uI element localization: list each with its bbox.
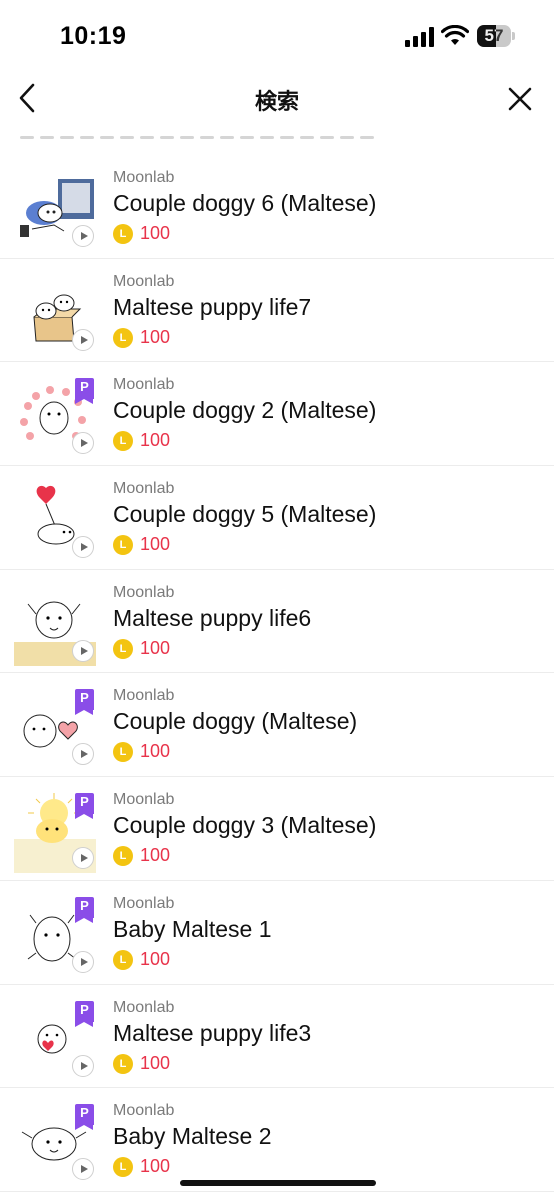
sticker-author: Moonlab	[113, 583, 175, 601]
play-preview-icon[interactable]	[72, 328, 94, 351]
sticker-price: 100	[140, 1052, 171, 1073]
coin-icon: L	[113, 742, 133, 763]
coin-icon: L	[113, 535, 133, 556]
sticker-list-item[interactable]: P Moonlab Baby Maltese 2 L 100	[0, 1088, 554, 1192]
sticker-author: Moonlab	[113, 687, 175, 705]
sticker-author: Moonlab	[113, 480, 175, 498]
sticker-price: 100	[140, 741, 171, 762]
coin-icon: L	[113, 327, 133, 348]
battery-icon: 57	[477, 25, 515, 47]
sticker-author: Moonlab	[113, 998, 175, 1016]
sticker-list-item[interactable]: Moonlab Maltese puppy life6 L 100	[0, 570, 554, 674]
sticker-list-item[interactable]: P Moonlab Couple doggy (Maltese) L 100	[0, 673, 554, 778]
sticker-author: Moonlab	[113, 894, 175, 912]
sticker-name: Couple doggy 5 (Maltese)	[113, 501, 377, 528]
sticker-list-item[interactable]: P Moonlab Couple doggy 3 (Maltese) L 100	[0, 777, 554, 881]
sticker-price: 100	[140, 1156, 171, 1177]
coin-icon: L	[113, 224, 133, 244]
sticker-author: Moonlab	[113, 791, 175, 809]
premium-badge: P	[75, 1104, 94, 1131]
sticker-author: Moonlab	[113, 272, 175, 290]
sticker-list-item[interactable]: P Moonlab Baby Maltese 1 L 100	[0, 881, 554, 985]
play-preview-icon[interactable]	[72, 536, 94, 559]
play-preview-icon[interactable]	[72, 847, 94, 870]
premium-badge: P	[75, 378, 94, 405]
sticker-name: Maltese puppy life7	[113, 293, 312, 320]
sticker-price: 100	[140, 430, 171, 451]
sticker-name: Maltese puppy life6	[113, 604, 312, 631]
premium-badge: P	[75, 689, 94, 716]
sticker-list-item[interactable]: Moonlab Maltese puppy life7 L 100	[0, 259, 554, 363]
battery-level: 57	[484, 26, 504, 45]
coin-icon: L	[113, 638, 133, 659]
sticker-list: Moonlab Couple doggy 6 (Maltese) L 100 M…	[0, 155, 554, 1192]
play-preview-icon[interactable]	[72, 225, 94, 247]
play-preview-icon[interactable]	[72, 1054, 94, 1077]
coin-icon: L	[113, 431, 133, 452]
coin-icon: L	[113, 949, 133, 970]
coin-icon: L	[113, 1053, 133, 1074]
scrolled-off-row	[0, 126, 554, 140]
sticker-name: Baby Maltese 1	[113, 915, 272, 942]
sticker-price: 100	[140, 948, 171, 969]
sticker-author: Moonlab	[113, 169, 175, 186]
sticker-author: Moonlab	[113, 1102, 175, 1120]
sticker-name: Couple doggy 2 (Maltese)	[113, 397, 377, 424]
nav-bar: 検索	[0, 70, 554, 126]
sticker-list-item[interactable]: P Moonlab Couple doggy 2 (Maltese) L 100	[0, 362, 554, 467]
sticker-price: 100	[140, 845, 171, 866]
premium-badge: P	[75, 896, 94, 923]
home-indicator[interactable]	[180, 1180, 376, 1186]
sticker-price: 100	[140, 637, 171, 658]
wifi-icon	[441, 25, 469, 45]
close-button[interactable]	[505, 84, 535, 114]
status-time: 10:19	[60, 22, 127, 50]
sticker-name: Couple doggy 6 (Maltese)	[113, 190, 377, 216]
coin-icon: L	[113, 1157, 133, 1178]
sticker-price: 100	[140, 223, 171, 243]
sticker-name: Maltese puppy life3	[113, 1019, 312, 1046]
sticker-name: Couple doggy 3 (Maltese)	[113, 812, 377, 839]
page-title: 検索	[254, 89, 299, 114]
coin-icon: L	[113, 846, 133, 867]
sticker-name: Couple doggy (Maltese)	[113, 708, 358, 735]
play-preview-icon[interactable]	[72, 639, 94, 662]
status-bar: 10:19 57	[0, 0, 554, 70]
sticker-list-item[interactable]: Moonlab Couple doggy 5 (Maltese) L 100	[0, 466, 554, 570]
sticker-author: Moonlab	[113, 376, 175, 394]
premium-badge: P	[75, 1000, 94, 1027]
sticker-name: Baby Maltese 2	[113, 1123, 272, 1150]
sticker-list-item[interactable]: Moonlab Couple doggy 6 (Maltese) L 100	[0, 155, 554, 259]
play-preview-icon[interactable]	[72, 950, 94, 973]
sticker-list-item[interactable]: P Moonlab Maltese puppy life3 L 100	[0, 985, 554, 1089]
sticker-price: 100	[140, 326, 171, 347]
premium-badge: P	[75, 793, 94, 820]
sticker-price: 100	[140, 534, 171, 555]
cellular-signal-icon	[405, 27, 434, 47]
